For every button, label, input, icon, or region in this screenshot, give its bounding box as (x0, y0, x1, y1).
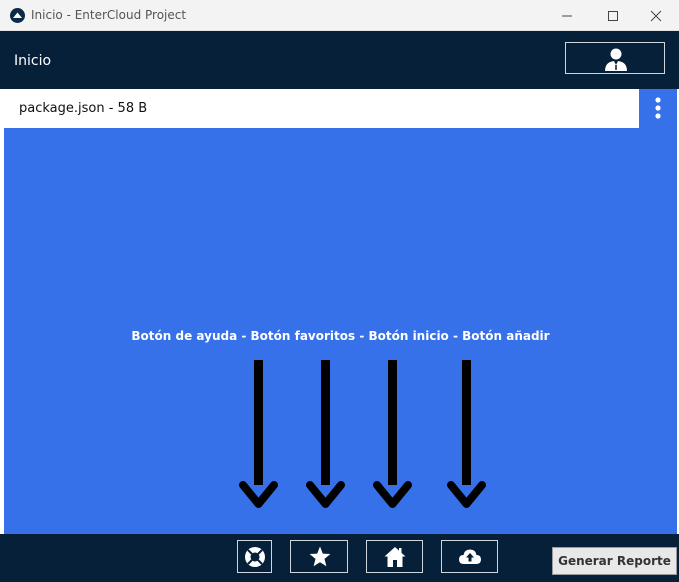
arrow-down-icon (447, 360, 486, 508)
close-button[interactable] (633, 0, 679, 31)
bottom-toolbar: Generar Reporte (0, 534, 679, 582)
maximize-button[interactable] (590, 0, 636, 31)
annotation-text: Botón de ayuda - Botón favoritos - Botón… (131, 329, 550, 343)
maximize-icon (608, 11, 618, 21)
file-item[interactable]: package.json - 58 B (4, 89, 637, 128)
app-header: Inicio (0, 31, 679, 89)
favorites-button[interactable] (290, 540, 348, 573)
star-icon (309, 546, 331, 567)
cloud-upload-icon (459, 549, 481, 564)
arrow-down-icon (239, 360, 278, 508)
arrow-down-icon (373, 360, 412, 508)
window-title: Inicio - EnterCloud Project (31, 8, 187, 22)
kebab-menu-icon (655, 97, 661, 119)
main-content: Botón de ayuda - Botón favoritos - Botón… (4, 128, 677, 534)
close-icon (650, 10, 662, 22)
help-button[interactable] (237, 540, 272, 573)
add-button[interactable] (441, 540, 498, 573)
arrow-down-icon (306, 360, 345, 508)
home-button[interactable] (366, 540, 423, 573)
user-icon (605, 48, 627, 71)
file-label: package.json - 58 B (19, 101, 148, 116)
app-logo-icon (10, 8, 25, 23)
page-title: Inicio (14, 53, 52, 69)
lifebuoy-icon (245, 547, 265, 567)
window-titlebar: Inicio - EnterCloud Project (0, 0, 679, 31)
home-icon (384, 547, 406, 567)
minimize-icon (562, 15, 572, 17)
file-menu-button[interactable] (638, 89, 677, 128)
minimize-button[interactable] (544, 0, 590, 31)
profile-button[interactable] (565, 42, 665, 74)
generate-report-button[interactable]: Generar Reporte (552, 547, 677, 575)
